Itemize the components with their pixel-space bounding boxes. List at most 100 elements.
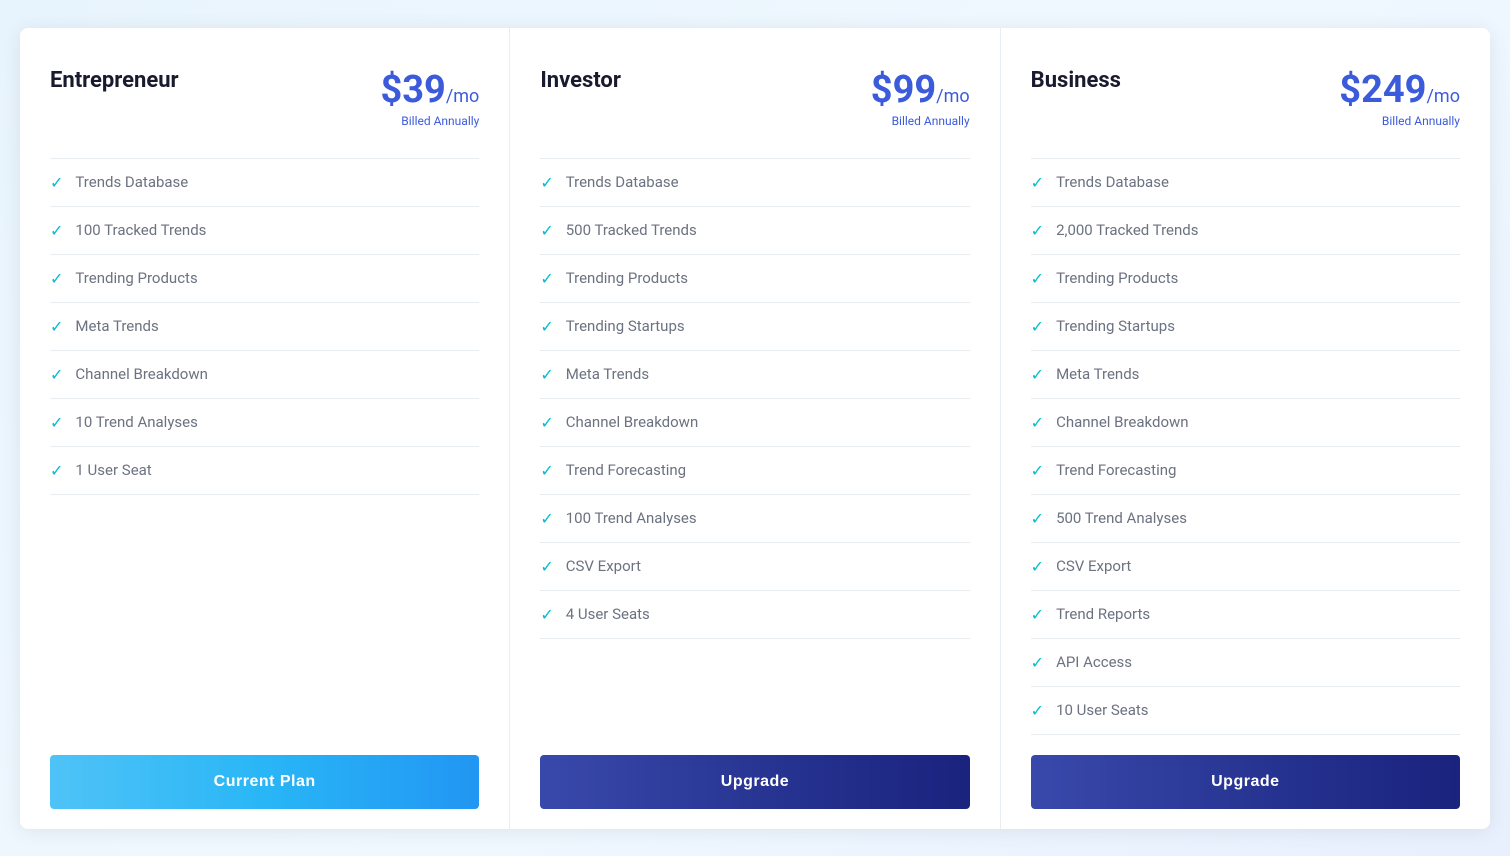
list-item: ✓ 100 Tracked Trends <box>50 207 479 255</box>
plan-footer-business: Upgrade <box>1031 735 1460 829</box>
check-icon: ✓ <box>540 413 553 432</box>
upgrade-button-investor[interactable]: Upgrade <box>540 755 969 809</box>
list-item: ✓ Trend Reports <box>1031 591 1460 639</box>
feature-label: Trending Startups <box>566 317 685 335</box>
check-icon: ✓ <box>1031 413 1044 432</box>
plan-billed-investor: Billed Annually <box>871 114 970 128</box>
upgrade-button-business[interactable]: Upgrade <box>1031 755 1460 809</box>
feature-label: 100 Trend Analyses <box>566 509 697 527</box>
plan-amount-entrepreneur: $39 <box>380 68 445 112</box>
feature-label: 4 User Seats <box>566 605 650 623</box>
check-icon: ✓ <box>1031 701 1044 720</box>
feature-label: 100 Tracked Trends <box>75 221 206 239</box>
list-item: ✓ API Access <box>1031 639 1460 687</box>
feature-label: Channel Breakdown <box>75 365 208 383</box>
plan-billed-business: Billed Annually <box>1339 114 1460 128</box>
check-icon: ✓ <box>1031 653 1044 672</box>
check-icon: ✓ <box>540 509 553 528</box>
plan-header-entrepreneur: Entrepreneur $39/mo Billed Annually <box>50 68 479 128</box>
list-item: ✓ Meta Trends <box>50 303 479 351</box>
feature-label: 500 Tracked Trends <box>566 221 697 239</box>
check-icon: ✓ <box>540 605 553 624</box>
plan-name-investor: Investor <box>540 68 621 93</box>
check-icon: ✓ <box>540 221 553 240</box>
check-icon: ✓ <box>1031 317 1044 336</box>
feature-label: 500 Trend Analyses <box>1056 509 1187 527</box>
check-icon: ✓ <box>1031 557 1044 576</box>
pricing-container: Entrepreneur $39/mo Billed Annually ✓ Trends… <box>20 28 1490 829</box>
list-item: ✓ 1 User Seat <box>50 447 479 495</box>
plan-column-entrepreneur: Entrepreneur $39/mo Billed Annually ✓ Trends… <box>20 28 510 829</box>
plan-price-business: $249/mo <box>1339 68 1460 112</box>
list-item: ✓ Channel Breakdown <box>1031 399 1460 447</box>
plan-billed-entrepreneur: Billed Annually <box>380 114 479 128</box>
feature-label: 1 User Seat <box>75 461 151 479</box>
plan-name-business: Business <box>1031 68 1121 93</box>
feature-label: 2,000 Tracked Trends <box>1056 221 1198 239</box>
check-icon: ✓ <box>1031 365 1044 384</box>
plan-period-investor: /mo <box>936 86 969 107</box>
list-item: ✓Trending Products <box>1031 255 1460 303</box>
feature-label: 10 User Seats <box>1056 701 1148 719</box>
check-icon: ✓ <box>1031 221 1044 240</box>
check-icon: ✓ <box>540 317 553 336</box>
plan-footer-investor: Upgrade <box>540 735 969 829</box>
feature-label: Trends Database <box>566 173 679 191</box>
feature-label: Trending Products <box>75 269 197 287</box>
plan-price-block-business: $249/mo Billed Annually <box>1339 68 1460 128</box>
current-plan-button-entrepreneur[interactable]: Current Plan <box>50 755 479 809</box>
list-item: ✓ 500 Trend Analyses <box>1031 495 1460 543</box>
list-item: ✓ Trends Database <box>540 158 969 207</box>
plan-price-block-investor: $99/mo Billed Annually <box>871 68 970 128</box>
plan-price-block-entrepreneur: $39/mo Billed Annually <box>380 68 479 128</box>
list-item: ✓CSV Export <box>540 543 969 591</box>
feature-label: Trends Database <box>75 173 188 191</box>
check-icon: ✓ <box>1031 461 1044 480</box>
check-icon: ✓ <box>1031 509 1044 528</box>
list-item: ✓CSV Export <box>1031 543 1460 591</box>
check-icon: ✓ <box>50 461 63 480</box>
plan-column-investor: Investor $99/mo Billed Annually ✓ Trends Dat… <box>510 28 1000 829</box>
check-icon: ✓ <box>1031 173 1044 192</box>
feature-label: Trend Forecasting <box>1056 461 1176 479</box>
plan-amount-investor: $99 <box>871 68 936 112</box>
feature-label: Meta Trends <box>1056 365 1139 383</box>
list-item: ✓ Trending Startups <box>540 303 969 351</box>
features-list-entrepreneur: ✓Trends Database✓100 Tracked Trends✓Tren… <box>50 158 479 735</box>
feature-label: Trending Products <box>1056 269 1178 287</box>
feature-label: Channel Breakdown <box>566 413 699 431</box>
plan-column-business: Business $249/mo Billed Annually ✓ Trends Da… <box>1001 28 1490 829</box>
plan-period-entrepreneur: /mo <box>446 86 479 107</box>
check-icon: ✓ <box>50 221 63 240</box>
feature-label: Trending Startups <box>1056 317 1175 335</box>
list-item: ✓ Trend Forecasting <box>540 447 969 495</box>
plan-header-investor: Investor $99/mo Billed Annually <box>540 68 969 128</box>
feature-label: API Access <box>1056 653 1132 671</box>
feature-label: Channel Breakdown <box>1056 413 1189 431</box>
list-item: ✓ 500 Tracked Trends <box>540 207 969 255</box>
plan-header-business: Business $249/mo Billed Annually <box>1031 68 1460 128</box>
feature-label: Trends Database <box>1056 173 1169 191</box>
features-list-business: ✓Trends Database✓2,000 Tracked Trends✓Tr… <box>1031 158 1460 735</box>
check-icon: ✓ <box>540 173 553 192</box>
list-item: ✓Trending Products <box>50 255 479 303</box>
check-icon: ✓ <box>50 173 63 192</box>
list-item: ✓ Channel Breakdown <box>50 351 479 399</box>
feature-label: Meta Trends <box>75 317 158 335</box>
list-item: ✓ Trend Forecasting <box>1031 447 1460 495</box>
plan-price-entrepreneur: $39/mo <box>380 68 479 112</box>
check-icon: ✓ <box>50 317 63 336</box>
plan-amount-business: $249 <box>1339 68 1426 112</box>
check-icon: ✓ <box>50 365 63 384</box>
feature-label: CSV Export <box>566 557 641 575</box>
plan-price-investor: $99/mo <box>871 68 970 112</box>
feature-label: Meta Trends <box>566 365 649 383</box>
feature-label: Trend Reports <box>1056 605 1150 623</box>
list-item: ✓ Trends Database <box>1031 158 1460 207</box>
feature-label: Trend Forecasting <box>566 461 686 479</box>
check-icon: ✓ <box>1031 605 1044 624</box>
plan-name-entrepreneur: Entrepreneur <box>50 68 179 93</box>
check-icon: ✓ <box>540 461 553 480</box>
check-icon: ✓ <box>540 269 553 288</box>
check-icon: ✓ <box>540 365 553 384</box>
